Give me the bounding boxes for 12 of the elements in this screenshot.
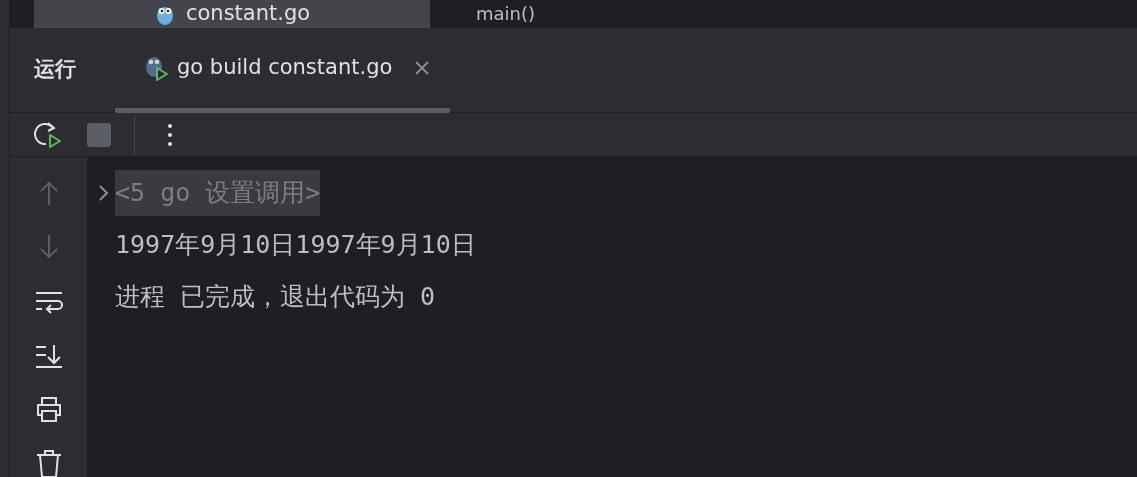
breadcrumb[interactable]: main() [476, 3, 536, 25]
close-icon [414, 59, 431, 76]
editor-tab[interactable]: constant.go [34, 0, 430, 28]
run-tab[interactable]: go build constant.go [115, 27, 451, 113]
chevron-icon[interactable] [96, 183, 110, 203]
console-line: 进程 已完成，退出代码为 0 [115, 281, 436, 314]
folded-lines: <5 go 设置调用> [115, 170, 321, 216]
trash-icon[interactable] [34, 449, 63, 477]
printer-icon[interactable] [34, 395, 63, 423]
console-line: 1997年9月10日1997年9月10日 [115, 229, 476, 262]
panel-title: 运行 [34, 56, 77, 84]
rerun-icon[interactable] [34, 119, 64, 150]
